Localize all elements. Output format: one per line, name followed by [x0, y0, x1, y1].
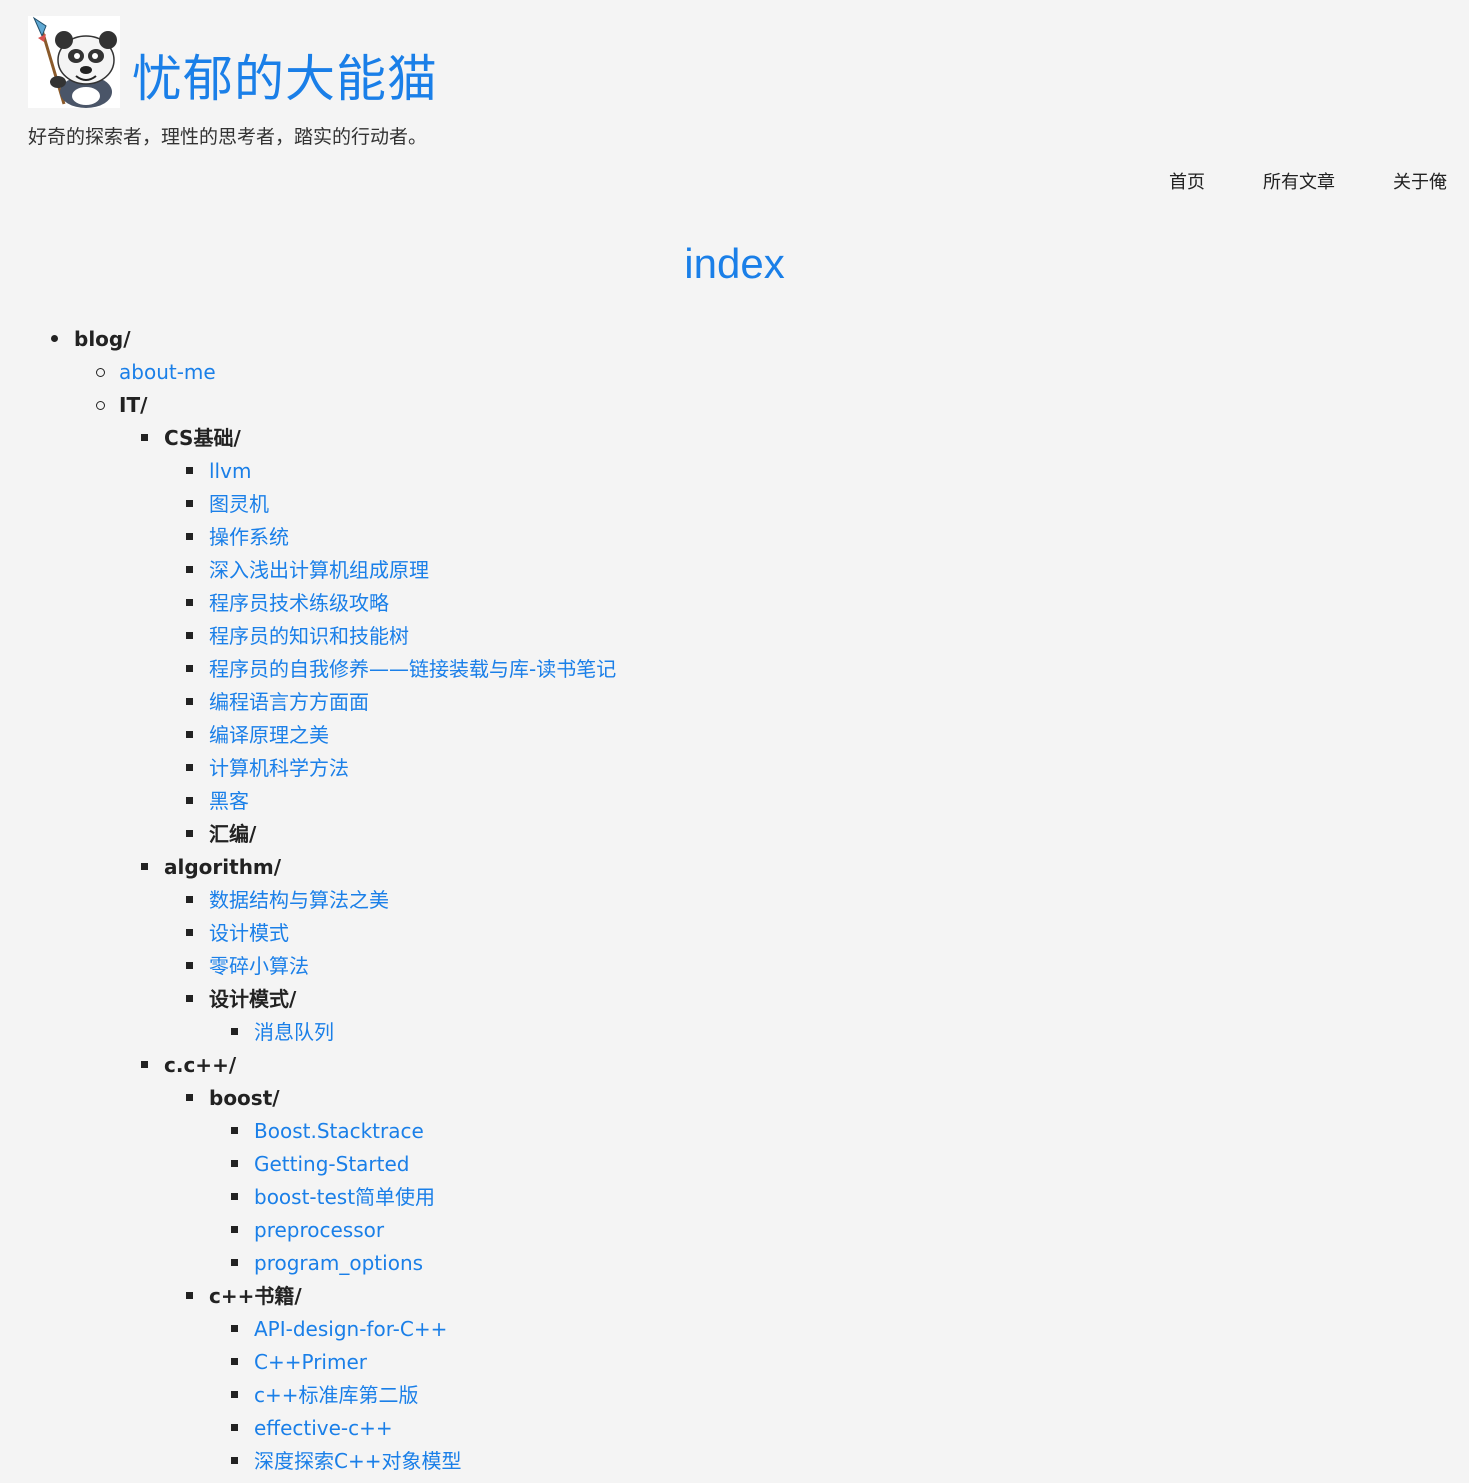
tree-link-label[interactable]: llvm — [209, 455, 251, 488]
square-bullet-icon — [186, 797, 193, 804]
circle-bullet-icon — [96, 368, 105, 377]
circle-bullet-icon — [96, 401, 105, 410]
tree-link-label[interactable]: 程序员的知识和技能树 — [209, 620, 409, 653]
square-bullet-icon — [186, 566, 193, 573]
square-bullet-icon — [231, 1226, 238, 1233]
tree-link-label[interactable]: 深入浅出计算机组成原理 — [209, 554, 429, 587]
site-title[interactable]: 忧郁的大能猫 — [132, 54, 438, 104]
tree-link-label[interactable]: program_options — [254, 1247, 423, 1280]
square-bullet-icon — [231, 1259, 238, 1266]
square-bullet-icon — [141, 434, 148, 441]
nav-about[interactable]: 关于俺 — [1393, 168, 1447, 194]
tree-link-label[interactable]: effective-c++ — [254, 1412, 393, 1445]
square-bullet-icon — [231, 1028, 238, 1035]
tree-folder-label: 设计模式/ — [209, 987, 297, 1011]
tree-folder-label: blog/ — [74, 327, 131, 351]
tree-link-label[interactable]: 图灵机 — [209, 488, 269, 521]
square-bullet-icon — [186, 599, 193, 606]
tree-link-label[interactable]: 计算机科学方法 — [209, 752, 349, 785]
square-bullet-icon — [231, 1457, 238, 1464]
square-bullet-icon — [231, 1325, 238, 1332]
brand-row: 忧郁的大能猫 — [28, 16, 438, 108]
tree-link-label[interactable]: 数据结构与算法之美 — [209, 884, 389, 917]
square-bullet-icon — [231, 1160, 238, 1167]
tree-folder-label: c++书籍/ — [209, 1284, 302, 1308]
top-nav: 首页 所有文章 关于俺 — [1169, 168, 1447, 194]
square-bullet-icon — [186, 632, 193, 639]
square-bullet-icon — [186, 896, 193, 903]
square-bullet-icon — [231, 1127, 238, 1134]
tree-link-label[interactable]: 程序员的自我修养——链接装载与库-读书笔记 — [209, 653, 616, 686]
nav-all-posts[interactable]: 所有文章 — [1263, 168, 1335, 194]
tree-link-label[interactable]: 操作系统 — [209, 521, 289, 554]
square-bullet-icon — [186, 1094, 193, 1101]
square-bullet-icon — [186, 533, 193, 540]
tree-folder-label: 汇编/ — [209, 822, 257, 846]
square-bullet-icon — [186, 764, 193, 771]
square-bullet-icon — [186, 962, 193, 969]
square-bullet-icon — [186, 467, 193, 474]
site-tagline: 好奇的探索者，理性的思考者，踏实的行动者。 — [28, 126, 428, 148]
square-bullet-icon — [186, 731, 193, 738]
site-header: 忧郁的大能猫 好奇的探索者，理性的思考者，踏实的行动者。 — [28, 16, 438, 149]
tree-folder-label: c.c++/ — [164, 1053, 237, 1077]
tree-folder-label: IT/ — [119, 393, 148, 417]
tree-link-label[interactable]: boost-test简单使用 — [254, 1181, 435, 1214]
square-bullet-icon — [141, 1061, 148, 1068]
square-bullet-icon — [141, 863, 148, 870]
square-bullet-icon — [231, 1358, 238, 1365]
tree-link-label[interactable]: C++Primer — [254, 1346, 367, 1379]
tree-folder-label: boost/ — [209, 1086, 280, 1110]
square-bullet-icon — [231, 1424, 238, 1431]
square-bullet-icon — [186, 665, 193, 672]
square-bullet-icon — [186, 830, 193, 837]
tree-link-label[interactable]: 编程语言方方面面 — [209, 686, 369, 719]
square-bullet-icon — [186, 995, 193, 1002]
square-bullet-icon — [186, 929, 193, 936]
square-bullet-icon — [186, 1292, 193, 1299]
tree-link-label[interactable]: API-design-for-C++ — [254, 1313, 447, 1346]
tree-link-label[interactable]: c++标准库第二版 — [254, 1379, 419, 1412]
tree-link-label[interactable]: Boost.Stacktrace — [254, 1115, 424, 1148]
square-bullet-icon — [186, 698, 193, 705]
square-bullet-icon — [231, 1193, 238, 1200]
nav-home[interactable]: 首页 — [1169, 168, 1205, 194]
tree-link-label[interactable]: 零碎小算法 — [209, 950, 309, 983]
tree-link-label[interactable]: 深度探索C++对象模型 — [254, 1445, 461, 1478]
tree-link-label[interactable]: 编译原理之美 — [209, 719, 329, 752]
page-title: index — [684, 240, 785, 287]
tree-link-label[interactable]: 程序员技术练级攻略 — [209, 587, 389, 620]
tree-link-label[interactable]: Getting-Started — [254, 1148, 410, 1181]
disc-bullet-icon — [51, 335, 58, 342]
square-bullet-icon — [231, 1391, 238, 1398]
tree-link-label[interactable]: preprocessor — [254, 1214, 384, 1247]
tree-link-label[interactable]: 消息队列 — [254, 1016, 334, 1049]
panda-logo[interactable] — [28, 16, 120, 108]
tree-folder-label: algorithm/ — [164, 855, 282, 879]
tree-link-label[interactable]: about-me — [119, 356, 216, 389]
tree-link-label[interactable]: 设计模式 — [209, 917, 289, 950]
tree-folder-label: CS基础/ — [164, 426, 241, 450]
tree-link-label[interactable]: 黑客 — [209, 785, 249, 818]
square-bullet-icon — [186, 500, 193, 507]
